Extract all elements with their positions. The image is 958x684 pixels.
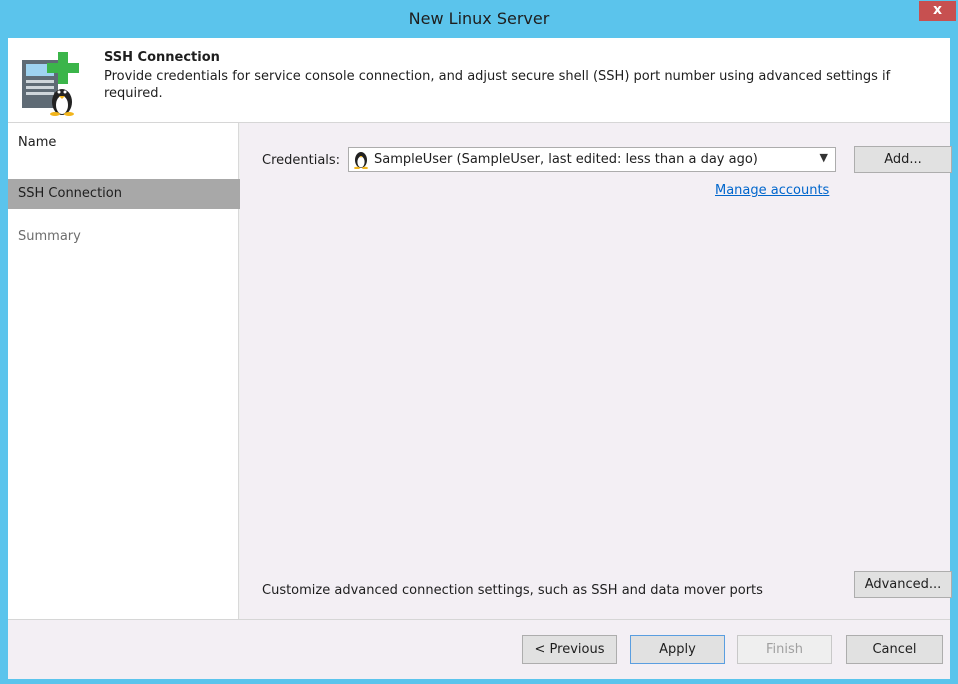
wizard-footer: < Previous Apply Finish Cancel xyxy=(8,619,950,679)
dialog-window: New Linux Server x SSH Connection Provid… xyxy=(0,0,958,684)
apply-button[interactable]: Apply xyxy=(630,635,725,664)
nav-item-name[interactable]: Name xyxy=(8,128,240,158)
wizard-header: SSH Connection Provide credentials for s… xyxy=(8,38,950,123)
page-description: Provide credentials for service console … xyxy=(104,69,891,101)
advanced-settings-text: Customize advanced connection settings, … xyxy=(262,583,763,598)
chevron-down-icon: ▼ xyxy=(819,151,828,164)
close-button[interactable]: x xyxy=(919,1,956,21)
nav-item-ssh-connection[interactable]: SSH Connection xyxy=(8,179,240,209)
wizard-steps: Name SSH Connection Summary xyxy=(8,123,240,619)
credentials-value: SampleUser (SampleUser, last edited: les… xyxy=(374,152,758,167)
title-bar[interactable]: New Linux Server x xyxy=(0,0,958,38)
finish-button[interactable]: Finish xyxy=(737,635,832,664)
content-pane: Credentials: SampleUser (SampleUser, las… xyxy=(240,123,952,619)
manage-accounts-link[interactable]: Manage accounts xyxy=(715,183,829,198)
advanced-button[interactable]: Advanced... xyxy=(854,571,952,598)
window-title: New Linux Server xyxy=(408,9,550,28)
dialog-client: SSH Connection Provide credentials for s… xyxy=(8,38,952,679)
nav-item-summary[interactable]: Summary xyxy=(8,222,240,252)
linux-penguin-icon xyxy=(353,151,369,173)
credentials-label: Credentials: xyxy=(262,153,341,168)
cancel-button[interactable]: Cancel xyxy=(846,635,943,664)
add-credentials-button[interactable]: Add... xyxy=(854,146,952,173)
credentials-select[interactable]: SampleUser (SampleUser, last edited: les… xyxy=(348,147,836,172)
page-title: SSH Connection xyxy=(104,50,220,65)
previous-button[interactable]: < Previous xyxy=(522,635,617,664)
linux-server-add-icon xyxy=(20,50,82,120)
